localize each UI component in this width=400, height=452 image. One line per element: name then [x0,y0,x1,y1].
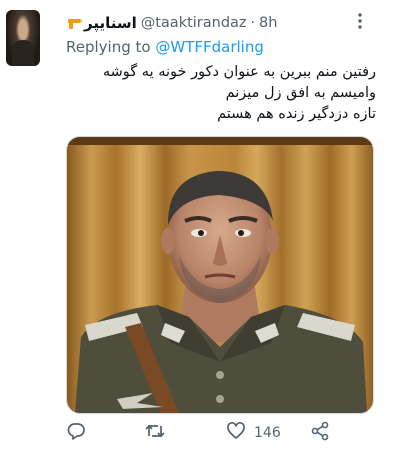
tweet-text-line: رفتین منم ببرین به عنوان دکور خونه یه گو… [102,64,376,80]
comment-icon [66,421,86,445]
pistol-emoji-icon [66,18,82,29]
tweet-text-line: وامیسم به افق زل میزنم [225,85,376,101]
heart-icon [226,421,246,445]
reply-button[interactable] [66,420,86,446]
like-count: 146 [254,425,281,441]
tweet-text-line: تازه دزدگیر زنده هم هستم [217,106,376,122]
tweet-header: اسنایپر @taaktirandaz · 8h [66,12,356,34]
timestamp[interactable]: 8h [259,15,277,31]
share-icon [310,421,330,445]
avatar[interactable] [6,10,40,66]
tweet-photo[interactable] [66,136,374,414]
replying-to-line: Replying to @WTFFdarling [66,38,264,56]
separator-dot: · [250,15,255,31]
retweet-button[interactable] [144,420,166,446]
share-button[interactable] [310,420,330,446]
more-options-icon[interactable] [350,10,370,32]
user-handle[interactable]: @taaktirandaz [141,15,247,31]
tweet-text: رفتین منم ببرین به عنوان دکور خونه یه گو… [56,62,376,125]
replying-to-label: Replying to [66,38,151,56]
tweet-actions: 146 [66,420,366,446]
like-button[interactable]: 146 [226,420,281,446]
retweet-icon [144,421,166,445]
mention-link[interactable]: @WTFFdarling [155,38,264,56]
display-name[interactable]: اسنایپر [84,14,137,32]
